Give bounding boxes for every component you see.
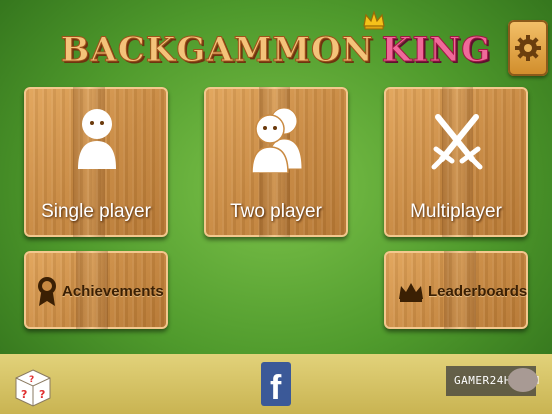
crossed-swords-icon (431, 114, 483, 170)
title-backgammon: BACKGAMMON (60, 30, 374, 71)
title-king: KING (381, 30, 492, 71)
title-crown-icon (363, 10, 385, 30)
facebook-icon: f (270, 369, 282, 407)
mystery-dice-icon[interactable]: ? ? ? (14, 368, 52, 408)
single-player-label: Single player (41, 201, 151, 222)
gear-icon (515, 35, 541, 61)
leaderboards-label: Leaderboards (428, 283, 528, 300)
two-people-icon (251, 107, 303, 173)
achievements-button[interactable]: Achievements (24, 251, 168, 329)
two-player-label: Two player (230, 201, 322, 222)
multiplayer-button[interactable]: Multiplayer (384, 87, 528, 237)
medal-icon (38, 277, 56, 306)
svg-text:?: ? (39, 388, 45, 401)
person-icon (78, 109, 116, 169)
game-title: BACKGAMMON KING (0, 30, 552, 71)
leaderboards-button[interactable]: Leaderboards (384, 251, 528, 329)
facebook-button[interactable]: f (261, 362, 291, 407)
chat-bubble-icon[interactable] (508, 368, 538, 392)
crown-icon (399, 283, 423, 302)
single-player-button[interactable]: Single player (24, 87, 168, 237)
svg-text:?: ? (29, 375, 34, 385)
multiplayer-label: Multiplayer (410, 201, 502, 222)
settings-button[interactable] (508, 20, 548, 76)
two-player-button[interactable]: Two player (204, 87, 348, 237)
achievements-label: Achievements (62, 283, 164, 300)
svg-text:?: ? (21, 388, 27, 401)
